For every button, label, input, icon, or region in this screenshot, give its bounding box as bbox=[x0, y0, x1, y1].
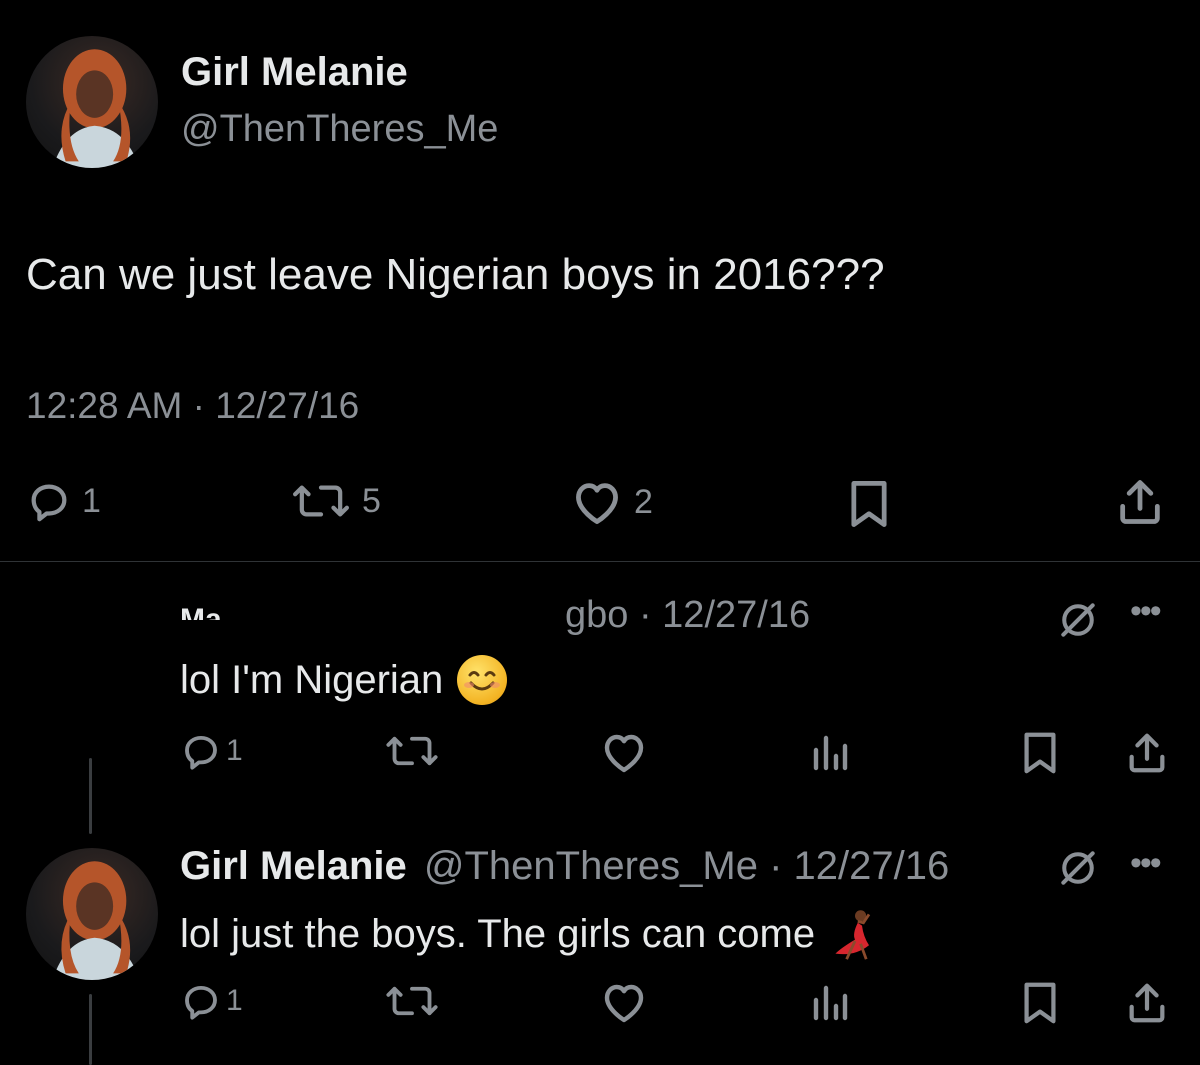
more-icon[interactable]: ••• bbox=[1130, 844, 1162, 883]
smiling-face-emoji bbox=[457, 655, 508, 705]
share-button[interactable] bbox=[1124, 730, 1170, 781]
share-icon bbox=[1120, 480, 1160, 524]
like-button[interactable] bbox=[600, 730, 648, 779]
reply-meta-partial[interactable]: gbo · 12/27/16 bbox=[565, 594, 810, 637]
tweet-timestamp[interactable]: 12:28 AM · 12/27/16 bbox=[26, 385, 359, 427]
retweet-icon bbox=[293, 485, 349, 517]
mute-icon[interactable] bbox=[1056, 598, 1100, 647]
retweet-button[interactable] bbox=[384, 730, 440, 777]
author-handle[interactable]: @ThenTheres_Me bbox=[181, 108, 498, 151]
reply-text: lol just the boys. The girls can come bbox=[180, 906, 883, 962]
reply-icon bbox=[185, 985, 217, 1020]
bookmark-button[interactable] bbox=[1020, 730, 1060, 781]
reply-header: Girl Melanie @ThenTheres_Me · 12/27/16 bbox=[180, 844, 949, 889]
retweet-button[interactable] bbox=[384, 980, 440, 1027]
reply-button[interactable]: 1 bbox=[180, 730, 243, 772]
reply-button[interactable]: 1 bbox=[180, 980, 243, 1022]
bookmark-button[interactable] bbox=[846, 478, 892, 535]
reply-handle-time[interactable]: @ThenTheres_Me · 12/27/16 bbox=[424, 844, 949, 888]
like-button[interactable] bbox=[600, 980, 648, 1029]
bookmark-icon bbox=[851, 481, 887, 527]
like-button[interactable]: 2 bbox=[570, 478, 653, 526]
retweet-count: 5 bbox=[362, 481, 381, 520]
bookmark-icon bbox=[1024, 732, 1056, 774]
share-icon bbox=[1129, 983, 1165, 1023]
analytics-icon bbox=[813, 735, 848, 771]
reply-text-content: lol just the boys. The girls can come bbox=[180, 911, 816, 956]
bookmark-button[interactable] bbox=[1020, 980, 1060, 1031]
retweet-icon bbox=[386, 736, 438, 766]
avatar[interactable] bbox=[26, 848, 158, 980]
reply-author-name[interactable]: Girl Melanie bbox=[180, 844, 407, 888]
reply-count: 1 bbox=[226, 734, 243, 767]
mute-icon[interactable] bbox=[1056, 846, 1100, 895]
like-icon bbox=[576, 483, 618, 525]
like-icon bbox=[604, 984, 644, 1023]
like-count: 2 bbox=[634, 482, 653, 521]
bookmark-icon bbox=[1024, 982, 1056, 1024]
tweet-text: Can we just leave Nigerian boys in 2016?… bbox=[26, 250, 885, 299]
reply-count: 1 bbox=[226, 984, 243, 1017]
share-button[interactable] bbox=[1124, 980, 1170, 1031]
share-icon bbox=[1129, 733, 1165, 773]
reply-icon bbox=[31, 484, 67, 522]
share-button[interactable] bbox=[1114, 476, 1166, 533]
thread-line bbox=[89, 758, 92, 834]
analytics-icon bbox=[813, 985, 848, 1021]
author-name[interactable]: Girl Melanie bbox=[181, 50, 408, 95]
retweet-icon bbox=[386, 986, 438, 1016]
reply-text: lol I'm Nigerian bbox=[180, 655, 508, 705]
thread-line bbox=[89, 994, 92, 1065]
analytics-button[interactable] bbox=[810, 732, 850, 777]
analytics-button[interactable] bbox=[810, 982, 850, 1027]
avatar[interactable] bbox=[26, 36, 158, 168]
dancing-woman-emoji bbox=[835, 910, 871, 960]
reply-count: 1 bbox=[82, 481, 101, 520]
reply-icon bbox=[185, 735, 217, 770]
reply-author-name-partial[interactable]: Ma bbox=[180, 598, 222, 620]
reply-text-content: lol I'm Nigerian bbox=[180, 657, 444, 702]
like-icon bbox=[604, 734, 644, 773]
reply-header: Ma gbo · 12/27/16 bbox=[180, 594, 1000, 644]
reply-button[interactable]: 1 bbox=[26, 478, 101, 524]
more-icon[interactable]: ••• bbox=[1130, 592, 1162, 631]
retweet-button[interactable]: 5 bbox=[290, 478, 381, 524]
divider bbox=[0, 561, 1200, 562]
